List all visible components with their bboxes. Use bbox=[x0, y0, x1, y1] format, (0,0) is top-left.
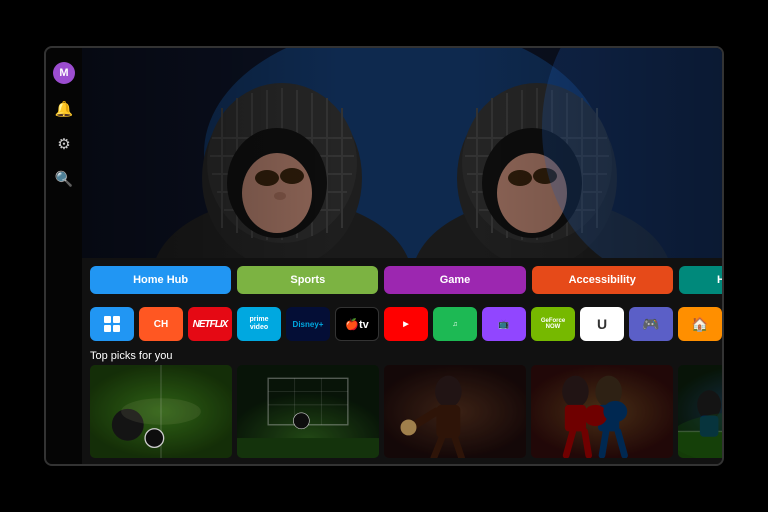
app-spotify[interactable]: ♫ bbox=[433, 307, 477, 341]
category-game[interactable]: Game bbox=[384, 266, 525, 294]
hero-background bbox=[82, 48, 724, 258]
apps-row: CH NETFLIX primevideo Disney+ 🍎tv ▶ ♫ 📺 … bbox=[82, 302, 724, 346]
sidebar: M 🔔 ⚙ 🔍 bbox=[46, 48, 82, 464]
thumbnail-handball[interactable] bbox=[384, 365, 526, 458]
category-home-hub[interactable]: Home Hub bbox=[90, 266, 231, 294]
app-disney-plus[interactable]: Disney+ bbox=[286, 307, 330, 341]
thumbnail-boxing[interactable] bbox=[531, 365, 673, 458]
app-geforce-now[interactable]: GeForceNOW bbox=[531, 307, 575, 341]
categories-row: Home Hub Sports Game Accessibility Home … bbox=[82, 258, 724, 302]
app-apps[interactable] bbox=[90, 307, 134, 341]
thumbnail-soccer-kick[interactable] bbox=[90, 365, 232, 458]
tv-frame: M 🔔 ⚙ 🔍 bbox=[44, 46, 724, 466]
thumbnail-american-football[interactable] bbox=[678, 365, 724, 458]
category-home-office[interactable]: Home Office bbox=[679, 266, 724, 294]
app-smart-home[interactable]: 🏠 bbox=[678, 307, 722, 341]
bell-icon[interactable]: 🔔 bbox=[55, 100, 74, 119]
avatar[interactable]: M bbox=[53, 62, 75, 84]
app-prime-video[interactable]: primevideo bbox=[237, 307, 281, 341]
search-icon[interactable]: 🔍 bbox=[55, 170, 74, 189]
app-apple-tv[interactable]: 🍎tv bbox=[335, 307, 379, 341]
app-youtube[interactable]: ▶ bbox=[384, 307, 428, 341]
app-bubble[interactable]: 🎮 bbox=[629, 307, 673, 341]
app-u[interactable]: U bbox=[580, 307, 624, 341]
category-sports[interactable]: Sports bbox=[237, 266, 378, 294]
app-channels[interactable]: CH bbox=[139, 307, 183, 341]
app-twitch[interactable]: 📺 bbox=[482, 307, 526, 341]
main-content: Home Hub Sports Game Accessibility Home … bbox=[82, 48, 724, 464]
thumbnail-soccer-goal[interactable] bbox=[237, 365, 379, 458]
hero-section bbox=[82, 48, 724, 258]
settings-icon[interactable]: ⚙ bbox=[57, 135, 70, 154]
category-accessibility[interactable]: Accessibility bbox=[532, 266, 673, 294]
app-netflix[interactable]: NETFLIX bbox=[188, 307, 232, 341]
hero-image bbox=[82, 48, 724, 258]
thumbnails-row bbox=[82, 365, 724, 464]
top-picks-label: Top picks for you bbox=[82, 346, 724, 365]
